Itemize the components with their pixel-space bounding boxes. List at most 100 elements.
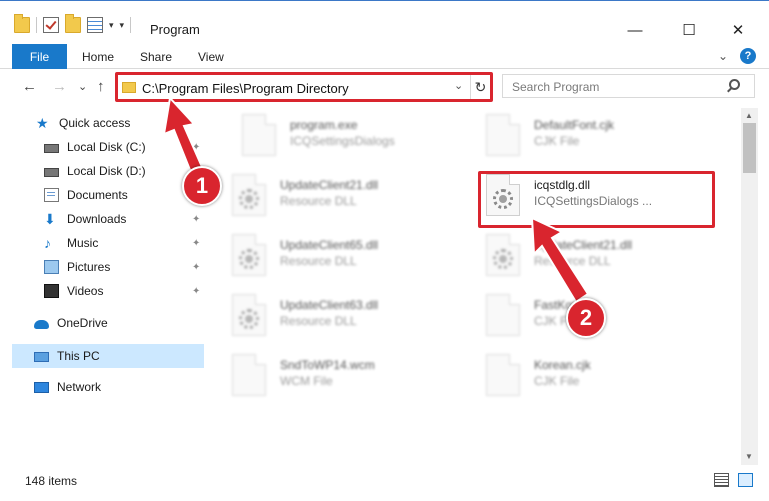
sidebar-item-videos[interactable]: Videos (44, 280, 103, 302)
scrollbar-thumb[interactable] (743, 123, 756, 173)
maximize-button[interactable]: ☐ (666, 15, 712, 45)
divider (36, 17, 37, 33)
address-dropdown-icon[interactable]: ⌄ (454, 79, 463, 92)
minimize-button[interactable]: — (612, 15, 658, 45)
divider (130, 17, 132, 33)
properties-check-icon[interactable] (43, 17, 59, 33)
gear-icon (239, 309, 259, 329)
customize-toolbar-chevron-icon[interactable]: ▾ (109, 20, 114, 31)
tab-share[interactable]: Share (140, 50, 172, 64)
gear-icon (493, 249, 513, 269)
address-path[interactable]: C:\Program Files\Program Directory (142, 81, 349, 96)
search-input[interactable]: Search Program (512, 80, 599, 94)
large-icons-view-icon[interactable] (738, 473, 753, 487)
up-button[interactable]: ↑ (97, 78, 105, 95)
file-description: Resource DLL (280, 194, 357, 208)
file-name: UpdateClient21.dll (534, 238, 633, 252)
scroll-up-arrow-icon[interactable]: ▲ (745, 111, 753, 120)
customize-arrow-icon[interactable]: ▾ (120, 20, 125, 31)
file-item[interactable]: DefaultFont.cjk CJK File (464, 110, 704, 166)
file-description: Resource DLL (280, 254, 357, 268)
properties-icon[interactable] (87, 17, 103, 33)
sidebar-item-local-disk-c[interactable]: Local Disk (C:) (44, 136, 146, 158)
expand-ribbon-chevron-icon[interactable]: ⌄ (718, 49, 728, 63)
music-icon: ♪ (44, 235, 51, 251)
file-item[interactable]: program.exe ICQSettingsDialogs (220, 110, 460, 166)
pin-icon[interactable]: ✦ (192, 142, 200, 153)
sidebar-item-documents[interactable]: Documents (44, 184, 128, 206)
file-icon (486, 114, 520, 156)
navigation-bar: ← → ⌄ ↑ C:\Program Files\Program Directo… (0, 70, 769, 106)
sidebar-item-label: OneDrive (57, 316, 108, 330)
callout-badge-1: 1 (182, 166, 222, 206)
close-button[interactable]: ✕ (715, 15, 761, 45)
sidebar-item-label: Downloads (67, 212, 127, 226)
file-name: UpdateClient21.dll (280, 178, 379, 192)
file-item[interactable]: UpdateClient21.dll Resource DLL (464, 230, 704, 286)
scroll-down-arrow-icon[interactable]: ▼ (745, 452, 753, 461)
sidebar-item-label: Videos (67, 284, 104, 298)
pin-icon[interactable]: ✦ (192, 238, 200, 249)
file-description: CJK File (534, 374, 580, 388)
drive-icon (44, 168, 59, 177)
folder-icon (14, 14, 30, 33)
sidebar-item-quick-access[interactable]: ★ Quick access (36, 112, 130, 134)
forward-button[interactable]: → (52, 78, 67, 95)
sidebar-item-label: Network (57, 380, 102, 394)
pin-icon[interactable]: ✦ (192, 214, 200, 225)
drive-icon (44, 144, 59, 153)
recent-locations-button[interactable]: ⌄ (78, 80, 87, 93)
title-bar: ▾ ▾ Program — ☐ ✕ (0, 0, 769, 42)
file-name: UpdateClient63.dll (280, 298, 379, 312)
onedrive-icon (34, 320, 49, 329)
sidebar-item-music[interactable]: ♪ Music (44, 232, 98, 254)
gear-icon (239, 249, 259, 269)
pin-icon[interactable]: ✦ (192, 262, 200, 273)
tab-file[interactable]: File (12, 44, 67, 69)
details-view-icon[interactable] (714, 473, 729, 487)
this-pc-icon (34, 351, 49, 362)
file-icon (232, 354, 266, 396)
sidebar-item-label: Quick access (59, 116, 131, 130)
navigation-pane: ★ Quick access Local Disk (C:) ✦ Local D… (0, 108, 208, 465)
sidebar-item-onedrive[interactable]: OneDrive (34, 312, 108, 334)
dll-file-icon (232, 294, 266, 336)
callout-badge-2: 2 (566, 298, 606, 338)
file-item[interactable]: UpdateClient65.dll Resource DLL (210, 230, 450, 286)
tab-view[interactable]: View (198, 50, 224, 64)
sidebar-item-downloads[interactable]: ⬇ Downloads (44, 208, 126, 230)
dll-file-icon (486, 234, 520, 276)
search-box[interactable]: Search Program (502, 74, 755, 98)
tab-home[interactable]: Home (82, 50, 114, 64)
star-icon: ★ (36, 115, 49, 131)
back-button[interactable]: ← (22, 78, 37, 95)
sidebar-item-pictures[interactable]: Pictures (44, 256, 110, 278)
file-item[interactable]: UpdateClient21.dll Resource DLL (210, 170, 450, 226)
file-description: ICQSettingsDialogs (290, 134, 395, 148)
help-icon[interactable]: ? (740, 48, 756, 64)
file-name: DefaultFont.cjk (534, 118, 615, 132)
sidebar-item-network[interactable]: Network (34, 376, 101, 398)
window-title: Program (150, 22, 200, 37)
status-bar: 148 items (0, 466, 769, 501)
new-folder-icon[interactable] (65, 14, 81, 33)
search-icon[interactable] (729, 79, 740, 90)
file-description: CJK File (534, 134, 580, 148)
file-item[interactable]: SndToWP14.wcm WCM File (210, 350, 450, 406)
vertical-scrollbar[interactable]: ▲ ▼ (741, 108, 758, 465)
sidebar-item-label: Pictures (67, 260, 111, 274)
pin-icon[interactable]: ✦ (192, 286, 200, 297)
file-item[interactable]: Korean.cjk CJK File (464, 350, 704, 406)
gear-icon (239, 189, 259, 209)
exe-file-icon (242, 114, 276, 156)
sidebar-item-this-pc[interactable]: This PC (34, 345, 100, 367)
quick-access-toolbar: ▾ ▾ (14, 14, 132, 35)
network-icon (34, 381, 49, 393)
sidebar-item-local-disk-d[interactable]: Local Disk (D:) (44, 160, 146, 182)
refresh-button[interactable]: ↻ (470, 75, 490, 100)
pictures-icon (44, 260, 59, 274)
address-bar[interactable]: C:\Program Files\Program Directory ⌄ ↻ (117, 74, 491, 101)
file-description: Resource DLL (280, 314, 357, 328)
dll-file-icon (232, 174, 266, 216)
file-item[interactable]: UpdateClient63.dll Resource DLL (210, 290, 450, 346)
